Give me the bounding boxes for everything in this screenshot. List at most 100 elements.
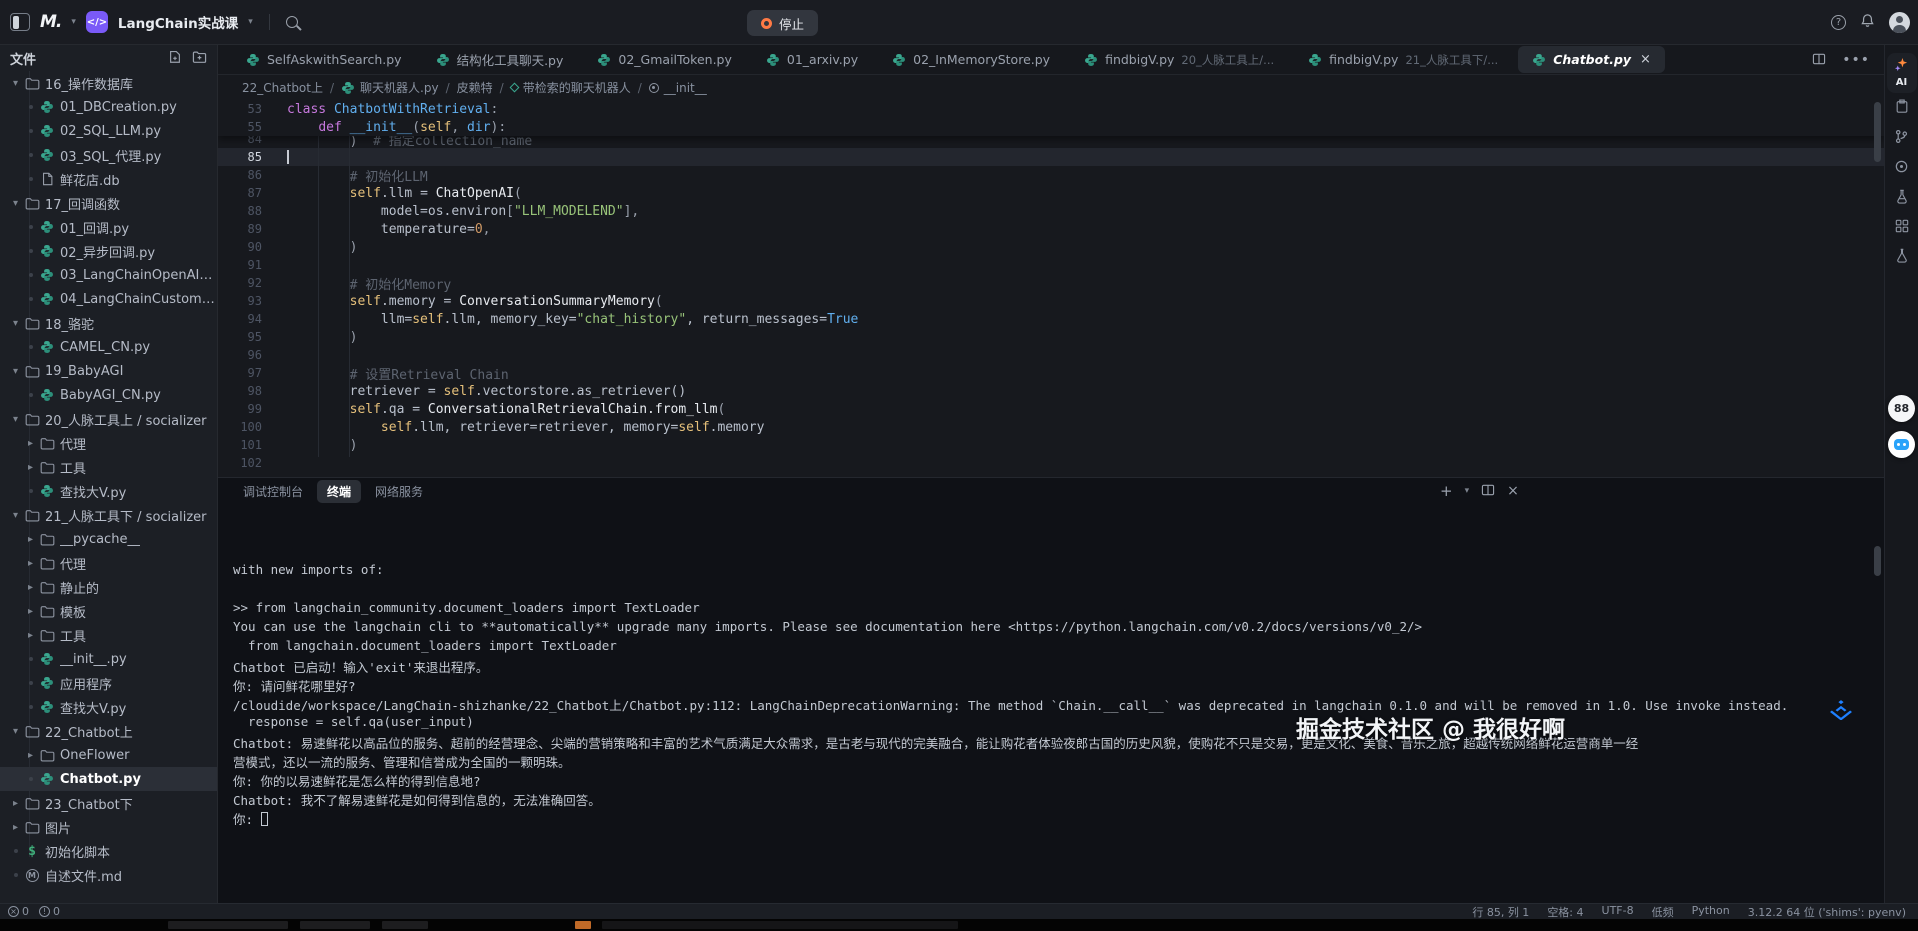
file-tree-item[interactable]: $初始化脚本	[0, 839, 217, 863]
status-item[interactable]: 空格: 4	[1547, 904, 1583, 920]
chevron-down-icon[interactable]: ▾	[8, 510, 23, 521]
warnings-status[interactable]: ! 0	[39, 905, 60, 918]
file-tree-item[interactable]: 查找大V.py	[0, 695, 217, 719]
file-tree-item[interactable]: CAMEL_CN.py	[0, 335, 217, 359]
chevron-right-icon[interactable]: ▸	[23, 438, 38, 449]
editor-tab[interactable]: findbigV.py21_人脉工具下/...	[1294, 46, 1512, 73]
file-tree-item[interactable]: 01_回调.py	[0, 215, 217, 239]
file-tree-folder[interactable]: ▾16_操作数据库	[0, 71, 217, 95]
code-line[interactable]: 90 )	[218, 238, 1884, 256]
chevron-down-icon[interactable]: ▾	[8, 366, 23, 377]
file-tree-item[interactable]: 04_LangChainCustomCallback....	[0, 287, 217, 311]
file-tree-folder[interactable]: ▾17_回调函数	[0, 191, 217, 215]
file-tree-item[interactable]: 01_DBCreation.py	[0, 95, 217, 119]
chevron-right-icon[interactable]: ▸	[23, 750, 38, 761]
editor-tab[interactable]: 02_InMemoryStore.py	[878, 46, 1064, 73]
editor-tab[interactable]: Chatbot.py×	[1518, 46, 1665, 73]
status-item[interactable]: 3.12.2 64 位 ('shims': pyenv)	[1748, 904, 1906, 920]
code-line[interactable]: 91	[218, 256, 1884, 274]
new-file-icon[interactable]	[168, 49, 182, 68]
status-item[interactable]: UTF-8	[1602, 904, 1634, 920]
avatar[interactable]	[1889, 12, 1910, 33]
split-panel-icon[interactable]	[1481, 484, 1495, 499]
terminal-dropdown-icon[interactable]: ▾	[1465, 486, 1470, 496]
help-icon[interactable]: ?	[1831, 15, 1846, 30]
file-tree-folder[interactable]: ▸OneFlower	[0, 743, 217, 767]
editor-scrollbar[interactable]	[1874, 102, 1881, 162]
chevron-right-icon[interactable]: ▸	[23, 582, 38, 593]
flask-icon[interactable]	[1895, 248, 1909, 263]
code-line[interactable]: 88 model=os.environ["LLM_MODELEND"],	[218, 202, 1884, 220]
git-branch-icon[interactable]	[1894, 129, 1909, 144]
file-tree-item[interactable]: 03_LangChainOpenAICallback....	[0, 263, 217, 287]
status-item[interactable]: 行 85, 列 1	[1472, 904, 1529, 920]
breadcrumb-item[interactable]: 皮赖特	[457, 79, 493, 96]
bell-icon[interactable]	[1860, 13, 1875, 32]
watch-icon[interactable]	[1894, 159, 1909, 174]
code-line[interactable]: 97 # 设置Retrieval Chain	[218, 364, 1884, 382]
code-line[interactable]: 85	[218, 148, 1884, 166]
assistant-avatar-badge[interactable]	[1888, 431, 1915, 458]
file-tree-item[interactable]: 查找大V.py	[0, 479, 217, 503]
chevron-down-icon[interactable]: ▾	[8, 198, 23, 209]
breadcrumb-item[interactable]: __init__	[649, 81, 707, 95]
code-line[interactable]: 84 ) # 指定collection_name	[218, 136, 1884, 148]
code-line[interactable]: 93 self.memory = ConversationSummaryMemo…	[218, 292, 1884, 310]
chevron-right-icon[interactable]: ▸	[23, 630, 38, 641]
breadcrumb-item[interactable]: 带检索的聊天机器人	[511, 79, 631, 96]
code-line[interactable]: 98 retriever = self.vectorstore.as_retri…	[218, 382, 1884, 400]
file-tree-item[interactable]: BabyAGI_CN.py	[0, 383, 217, 407]
file-tree-item[interactable]: 03_SQL_代理.py	[0, 143, 217, 167]
file-tree-folder[interactable]: ▸模板	[0, 599, 217, 623]
sidebar-toggle-icon[interactable]	[10, 13, 30, 31]
file-tree-folder[interactable]: ▸图片	[0, 815, 217, 839]
ai-assistant-button[interactable]: AI	[1887, 53, 1917, 93]
code-line[interactable]: 96	[218, 346, 1884, 364]
terminal-scrollbar[interactable]	[1874, 546, 1881, 576]
editor-tab[interactable]: findbigV.py20_人脉工具上/...	[1070, 46, 1288, 73]
file-tree-folder[interactable]: ▸23_Chatbot下	[0, 791, 217, 815]
file-tree-folder[interactable]: ▾19_BabyAGI	[0, 359, 217, 383]
project-name[interactable]: LangChain实战课	[118, 12, 238, 32]
chevron-down-icon[interactable]: ▾	[71, 17, 76, 27]
status-item[interactable]: Python	[1692, 904, 1730, 920]
file-tree-folder[interactable]: ▸工具	[0, 623, 217, 647]
code-line[interactable]: 86 # 初始化LLM	[218, 166, 1884, 184]
editor-tab[interactable]: 结构化工具聊天.py	[422, 46, 578, 73]
chevron-right-icon[interactable]: ▸	[8, 822, 23, 833]
terminal-output[interactable]: with new imports of:>> from langchain_co…	[218, 504, 1884, 903]
status-item[interactable]: 低频	[1652, 904, 1674, 920]
code-line[interactable]: 94 llm=self.llm, memory_key="chat_histor…	[218, 310, 1884, 328]
file-tree-folder[interactable]: ▸工具	[0, 455, 217, 479]
editor-tab[interactable]: SelfAskwithSearch.py	[232, 46, 416, 73]
code-line[interactable]: 102	[218, 454, 1884, 472]
editor-tab[interactable]: 02_GmailToken.py	[583, 46, 746, 73]
file-tree-folder[interactable]: ▾20_人脉工具上 / socializer	[0, 407, 217, 431]
code-editor[interactable]: 53class ChatbotWithRetrieval:55 def __in…	[218, 100, 1884, 477]
file-tree-item[interactable]: 02_异步回调.py	[0, 239, 217, 263]
file-tree-item[interactable]: 02_SQL_LLM.py	[0, 119, 217, 143]
search-icon[interactable]	[286, 16, 298, 28]
panel-tab[interactable]: 网络服务	[365, 480, 433, 503]
panel-tab[interactable]: 终端	[317, 480, 361, 503]
file-tree-item[interactable]: 应用程序	[0, 671, 217, 695]
file-tree-item[interactable]: 鲜花店.db	[0, 167, 217, 191]
code-line[interactable]: 100 self.llm, retriever=retriever, memor…	[218, 418, 1884, 436]
editor-tab[interactable]: 01_arxiv.py	[752, 46, 872, 73]
test-icon[interactable]	[1895, 189, 1909, 204]
chevron-down-icon[interactable]: ▾	[8, 414, 23, 425]
chevron-down-icon[interactable]: ▾	[8, 318, 23, 329]
panel-tab[interactable]: 调试控制台	[233, 480, 313, 503]
chevron-down-icon[interactable]: ▾	[8, 726, 23, 737]
code-line[interactable]: 92 # 初始化Memory	[218, 274, 1884, 292]
file-tree-item[interactable]: __init__.py	[0, 647, 217, 671]
chevron-right-icon[interactable]: ▸	[8, 798, 23, 809]
new-terminal-icon[interactable]: +	[1440, 482, 1453, 500]
code-line[interactable]: 87 self.llm = ChatOpenAI(	[218, 184, 1884, 202]
chevron-right-icon[interactable]: ▸	[23, 534, 38, 545]
code-line[interactable]: 53class ChatbotWithRetrieval:	[218, 100, 1884, 118]
code-line[interactable]: 55 def __init__(self, dir):	[218, 118, 1884, 136]
file-tree-folder[interactable]: ▸静止的	[0, 575, 217, 599]
split-editor-icon[interactable]	[1812, 50, 1826, 69]
chevron-down-icon[interactable]: ▾	[248, 17, 253, 27]
